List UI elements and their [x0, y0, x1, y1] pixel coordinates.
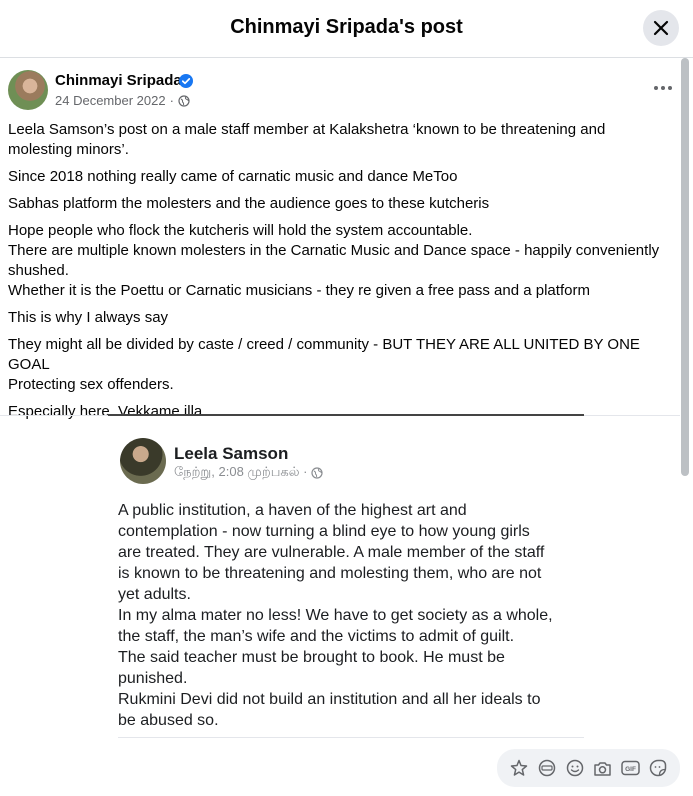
- svg-text:GIF: GIF: [625, 766, 636, 773]
- embedded-text-line: punished.: [118, 670, 188, 687]
- scrollbar[interactable]: [681, 58, 689, 796]
- embedded-post-text: A public institution, a haven of the hig…: [118, 500, 578, 731]
- embedded-text-line: Rukmini Devi did not build an institutio…: [118, 691, 541, 708]
- embedded-text-line: contemplation - now turning a blind eye …: [118, 523, 530, 540]
- camera-icon: [594, 761, 611, 776]
- embedded-post-time: நேற்று, 2:08 முற்பகல் ·: [174, 464, 308, 479]
- camera-button[interactable]: [591, 757, 613, 779]
- more-options-icon: [654, 86, 672, 90]
- gif-icon: GIF: [620, 760, 640, 776]
- embedded-text-line: A public institution, a haven of the hig…: [118, 502, 467, 519]
- author-name[interactable]: Chinmayi Sripada: [55, 72, 182, 89]
- post-paragraph: There are multiple known molesters in th…: [8, 242, 660, 279]
- post-paragraph: Whether it is the Poettu or Carnatic mus…: [8, 282, 590, 299]
- gif-avatar-icon: [538, 759, 555, 777]
- author-avatar[interactable]: [8, 70, 48, 110]
- avatar-sticker-icon: [510, 759, 528, 776]
- post-paragraph: Leela Samson’s post on a male staff memb…: [8, 121, 606, 158]
- post-header: Chinmayi Sripada 24 December 2022 ·: [8, 70, 678, 112]
- globe-icon: [311, 466, 324, 479]
- post-paragraph: Since 2018 nothing really came of carnat…: [8, 168, 458, 185]
- post-paragraph: They might all be divided by caste / cre…: [8, 336, 640, 373]
- gif-avatar-button[interactable]: [536, 757, 558, 779]
- embedded-text-line: be abused so.: [118, 712, 219, 729]
- embedded-author-name: Leela Samson: [174, 444, 289, 463]
- embedded-text-line: the staff, the man’s wife and the victim…: [118, 628, 515, 645]
- embedded-text-line: The said teacher must be brought to book…: [118, 649, 505, 666]
- close-button[interactable]: [643, 10, 679, 46]
- post-meta: 24 December 2022 ·: [55, 93, 190, 108]
- emoji-icon: [566, 759, 583, 777]
- embedded-text-line: yet adults.: [118, 586, 191, 603]
- globe-icon: [178, 94, 190, 107]
- image-top-border: [108, 414, 584, 416]
- post-date[interactable]: 24 December 2022: [55, 93, 166, 108]
- emoji-button[interactable]: [564, 757, 586, 779]
- gif-button[interactable]: GIF: [619, 757, 641, 779]
- post-paragraph: Sabhas platform the molesters and the au…: [8, 195, 490, 212]
- embedded-screenshot-image[interactable]: Leela Samson நேற்று, 2:08 முற்பகல் · A p…: [108, 414, 584, 738]
- post-paragraph: Protecting sex offenders.: [8, 376, 174, 393]
- image-bottom-border: [118, 737, 584, 738]
- embedded-text-line: In my alma mater no less! We have to get…: [118, 607, 553, 624]
- meta-separator: ·: [169, 93, 174, 108]
- post-text: Leela Samson’s post on a male staff memb…: [8, 120, 672, 429]
- avatar-sticker-button[interactable]: [508, 757, 530, 779]
- comment-tools-bar: GIF: [497, 749, 680, 787]
- embedded-post-meta: நேற்று, 2:08 முற்பகல் ·: [174, 464, 324, 481]
- dialog-title: Chinmayi Sripada's post: [230, 16, 463, 38]
- post-paragraph: This is why I always say: [8, 309, 169, 326]
- close-icon: [653, 20, 669, 36]
- verified-badge-icon: [179, 74, 193, 88]
- scrollbar-thumb[interactable]: [681, 58, 689, 476]
- embedded-text-line: is known to be threatening and molesting…: [118, 565, 542, 582]
- dialog-header: Chinmayi Sripada's post: [0, 0, 693, 58]
- embedded-text-line: are treated. They are vulnerable. A male…: [118, 544, 545, 561]
- post-paragraph: Hope people who flock the kutcheris will…: [8, 222, 473, 239]
- embedded-author-avatar: [120, 438, 166, 484]
- sticker-icon: [649, 759, 667, 777]
- sticker-button[interactable]: [647, 757, 669, 779]
- more-options-button[interactable]: [648, 76, 678, 100]
